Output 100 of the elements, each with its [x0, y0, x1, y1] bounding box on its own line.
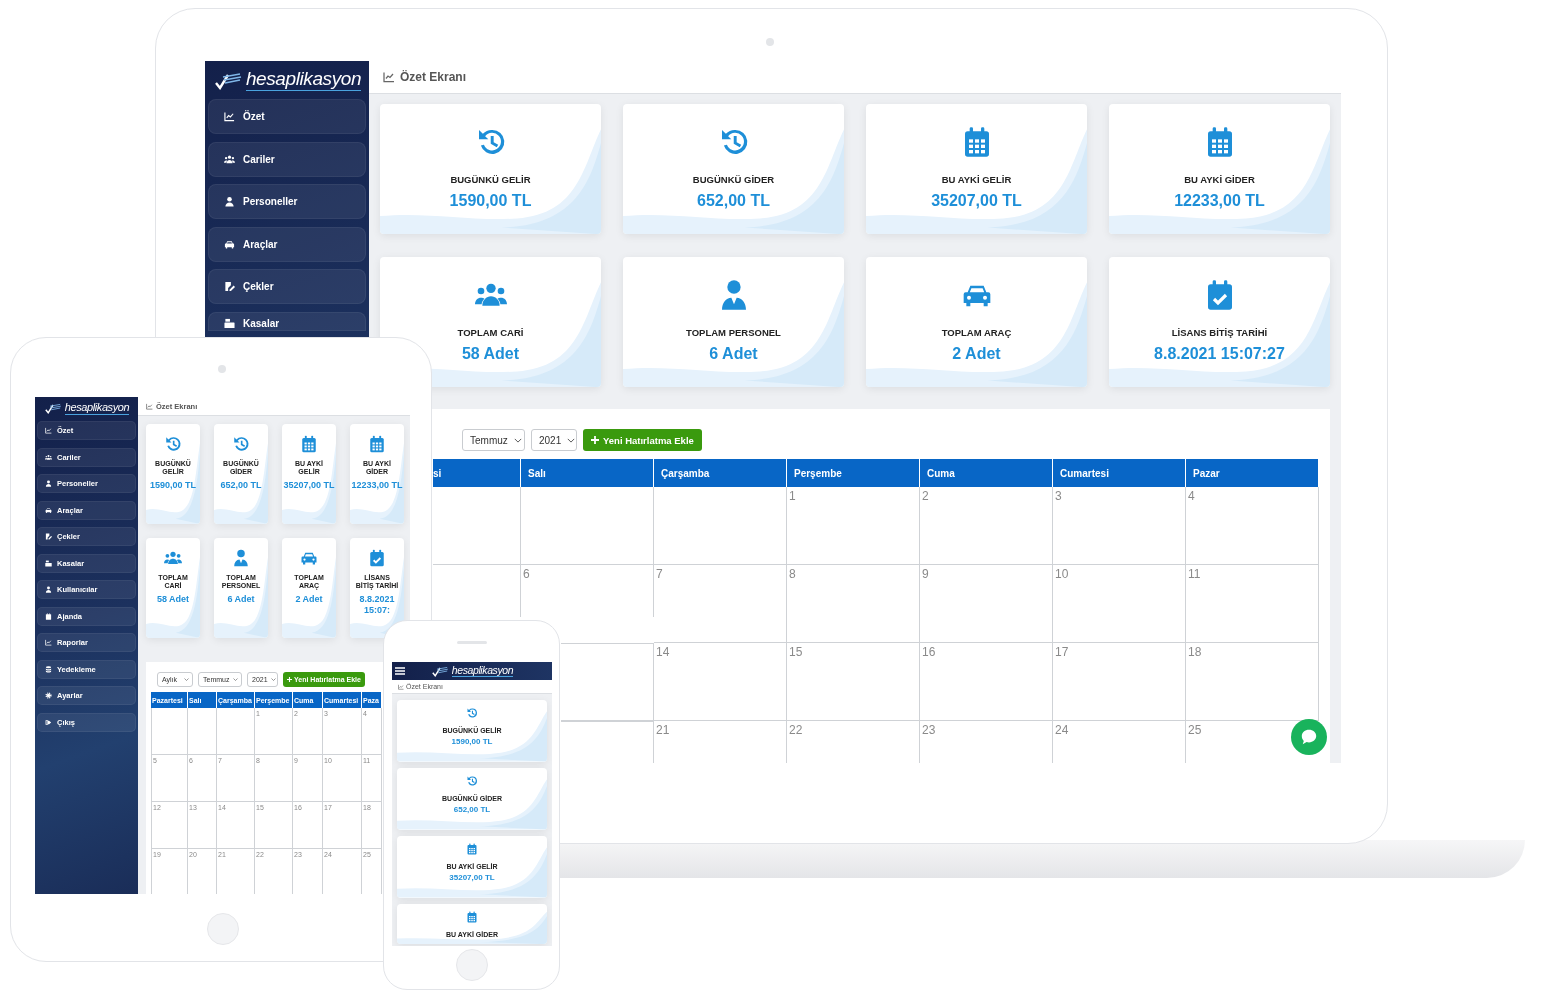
calendar-cell[interactable] — [561, 643, 654, 721]
logout-icon — [45, 718, 52, 726]
calendar-cell[interactable] — [521, 487, 654, 565]
column-header: Cuma — [920, 459, 1053, 487]
register-icon — [224, 317, 235, 329]
calendar-cell[interactable]: 14 — [654, 643, 787, 721]
plus-icon — [591, 436, 599, 444]
column-header: Cumartesi — [1053, 459, 1186, 487]
calendar-icon — [466, 911, 478, 923]
calendar-cell[interactable]: 21 — [654, 721, 787, 763]
calendar-icon — [368, 435, 386, 453]
calendar-cell[interactable]: 16 — [920, 643, 1053, 721]
history-icon — [164, 435, 182, 453]
history-icon — [232, 435, 250, 453]
card-value: 8.8.2021 15:07: — [358, 593, 396, 617]
calendar-cell[interactable]: 4 — [1186, 487, 1319, 565]
card-value: 8.8.2021 15:07:27 — [1154, 345, 1285, 363]
chart-icon — [398, 683, 404, 690]
calendar-cell[interactable]: 22 — [787, 721, 920, 763]
calendar-cell[interactable] — [188, 708, 217, 755]
chart-icon — [45, 427, 52, 434]
camera-dot — [766, 38, 774, 46]
card-value: 12233,00 TL — [1174, 192, 1265, 210]
dropdown[interactable]: Temmuz — [462, 429, 525, 451]
plus-icon — [287, 677, 292, 682]
edit-icon — [224, 281, 235, 292]
history-icon — [466, 775, 478, 787]
calendar-icon — [466, 843, 478, 855]
calendar-check-icon — [368, 549, 386, 567]
sidebar-item[interactable]: Cariler — [208, 141, 366, 177]
brand-name: hesaplikasyon — [64, 401, 130, 415]
card-value: 6 Adet — [709, 345, 758, 363]
card-value: 2 Adet — [295, 593, 323, 606]
card-value: 6 Adet — [227, 593, 255, 606]
page-title: Özet Ekranı — [400, 70, 467, 84]
sidebar-item[interactable]: Personeller — [208, 184, 366, 219]
person-icon — [224, 196, 235, 207]
users-icon — [164, 549, 182, 567]
camera-dot — [218, 365, 226, 373]
brand-name: hesaplikasyon — [451, 664, 514, 678]
chevron-icon — [567, 437, 576, 443]
calendar-cell[interactable]: 1 — [787, 487, 920, 565]
menu-icon[interactable] — [395, 667, 405, 675]
calendar-cell[interactable]: 11 — [1186, 565, 1319, 643]
card-label: LİSANS BİTİŞ TARİHİ — [1171, 327, 1268, 338]
card-label: BUGÜNKÜ GELİR — [450, 174, 531, 185]
calendar-cell[interactable]: 9 — [920, 565, 1053, 643]
column-header: Pazar — [1186, 459, 1319, 487]
settings-icon — [45, 692, 52, 699]
calendar-cell[interactable]: 7 — [654, 565, 787, 643]
card-label: BU AYKİ GELİR — [941, 174, 1012, 185]
sidebar-item[interactable]: Çekler — [208, 269, 366, 304]
calendar-cell[interactable]: 2 — [920, 487, 1053, 565]
chart-icon — [224, 111, 235, 122]
calendar-cell[interactable]: 6 — [521, 565, 654, 617]
calendar-icon — [45, 612, 52, 620]
calendar-cell[interactable] — [151, 708, 188, 755]
logo-mark-icon — [43, 402, 62, 414]
calendar-cell[interactable]: 8 — [787, 565, 920, 643]
card-label: TOPLAM CARİ — [457, 327, 524, 338]
card-label: TOPLAM PERSONEL — [686, 327, 781, 338]
card-value: 35207,00 TL — [283, 479, 335, 492]
calendar-cell[interactable] — [433, 487, 521, 565]
column-header: Perşembe — [787, 459, 920, 487]
card-value: 58 Adet — [156, 593, 190, 606]
column-header: Çarşamba — [654, 459, 787, 487]
calendar-cell[interactable]: 24 — [1053, 721, 1186, 763]
calendar-cell[interactable]: 17 — [1053, 643, 1186, 721]
calendar-cell[interactable]: 23 — [920, 721, 1053, 763]
calendar-cell[interactable] — [217, 708, 255, 755]
column-header: Salı — [521, 459, 654, 487]
car-icon — [45, 506, 52, 514]
register-icon — [45, 559, 52, 567]
history-icon — [466, 707, 478, 719]
calendar-cell[interactable]: 25 — [1186, 721, 1287, 763]
sidebar-item[interactable]: Araçlar — [208, 226, 366, 262]
logo-mark-icon — [430, 665, 449, 677]
column-header: si — [433, 459, 521, 487]
card-value: 2 Adet — [952, 345, 1001, 363]
users-icon — [224, 153, 235, 165]
sidebar-item[interactable]: Özet — [208, 99, 366, 134]
calendar-cell[interactable]: 3 — [1053, 487, 1186, 565]
add-reminder-button[interactable]: Yeni Hatırlatma Ekle — [583, 429, 702, 451]
edit-icon — [45, 533, 52, 540]
card-value: 12233,00 TL — [351, 479, 403, 492]
logo-mark-icon — [212, 70, 243, 90]
sidebar-item[interactable]: Kasalar — [208, 311, 366, 331]
card-value: 652,00 TL — [697, 192, 770, 210]
users-icon — [45, 453, 52, 461]
chevron-icon — [270, 678, 276, 681]
card-value: 1590,00 TL — [150, 479, 196, 492]
calendar-cell[interactable]: 15 — [787, 643, 920, 721]
calendar-cell[interactable]: 10 — [1053, 565, 1186, 643]
card-value: 58 Adet — [461, 345, 520, 363]
dropdown[interactable]: 2021 — [531, 429, 577, 451]
card-value: 35207,00 TL — [449, 873, 495, 882]
card-value: 652,00 TL — [453, 805, 491, 814]
calendar-cell[interactable] — [654, 487, 787, 565]
brand-name: hesaplikasyon — [245, 69, 362, 91]
speech-bubble-icon — [1300, 728, 1318, 746]
